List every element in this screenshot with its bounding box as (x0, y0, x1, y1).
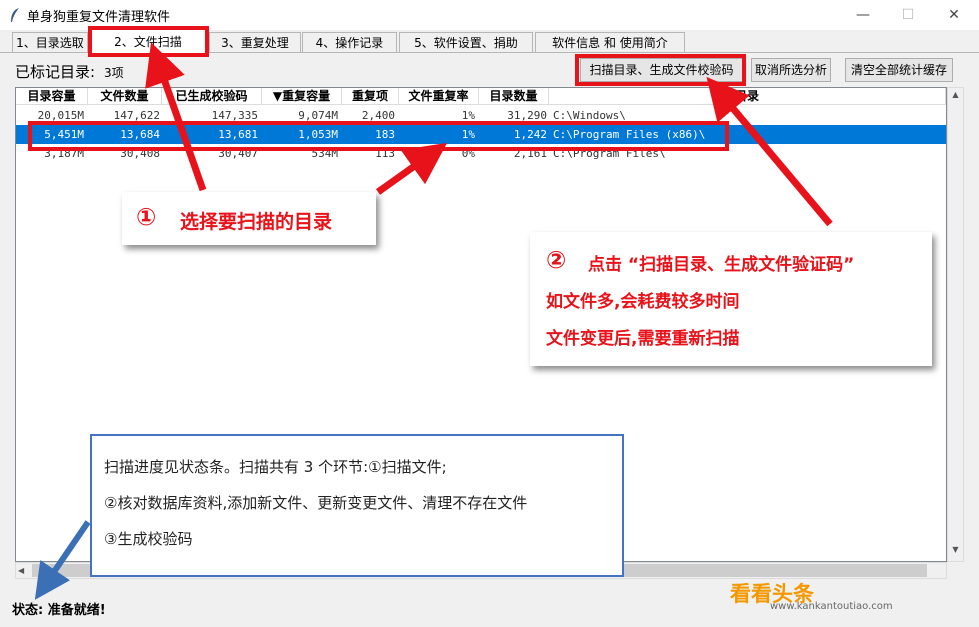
col-header-dup-size[interactable]: ▼重复容量 (262, 88, 342, 105)
col-header-dir-size[interactable]: 目录容量 (16, 88, 88, 105)
window-title: 单身狗重复文件清理软件 (27, 10, 171, 25)
highlight-row-box (28, 121, 729, 151)
status-text: 状态: 准备就绪! (12, 603, 106, 618)
feather-icon (11, 8, 19, 22)
callout2-line1: 点击 “扫描目录、生成文件验证码” (588, 255, 855, 275)
step-two-number: ② (546, 246, 567, 274)
tab-operation-log[interactable]: 4、操作记录 (302, 32, 397, 52)
info-line2: ②核对数据库资料,添加新文件、更新变更文件、清理不存在文件 (104, 494, 528, 512)
col-header-dir-count[interactable]: 目录数量 (479, 88, 549, 105)
close-button[interactable]: ✕ (939, 4, 969, 26)
highlight-scan-button-box (575, 54, 746, 86)
scroll-down-icon[interactable]: ▼ (948, 545, 963, 560)
info-line3: ③生成校验码 (104, 530, 193, 548)
minimize-button[interactable]: — (848, 4, 878, 26)
col-header-directory[interactable]: 目录 (549, 88, 946, 105)
watermark-url: www.kankantoutiao.com (770, 601, 893, 612)
maximize-button[interactable]: ☐ (893, 4, 923, 26)
col-header-dup-items[interactable]: 重复项 (342, 88, 399, 105)
marked-directories-label: 已标记目录: (15, 63, 96, 81)
clear-cache-button[interactable]: 清空全部统计缓存 (845, 58, 953, 82)
info-line1: 扫描进度见状态条。扫描共有 3 个环节:①扫描文件; (104, 458, 447, 476)
scroll-up-icon[interactable]: ▲ (948, 90, 963, 105)
callout1-text: 选择要扫描的目录 (180, 211, 333, 233)
marked-directories-count: 3项 (104, 66, 124, 80)
cancel-analysis-button[interactable]: 取消所选分析 (751, 58, 831, 82)
tab-duplicate-handling[interactable]: 3、重复处理 (209, 32, 301, 52)
col-header-dup-rate[interactable]: 文件重复率 (399, 88, 479, 105)
tab-directory-select[interactable]: 1、目录选取 (12, 32, 88, 52)
callout2-line3: 文件变更后,需要重新扫描 (546, 329, 740, 349)
highlight-tab-box (88, 26, 209, 57)
step-one-number: ① (136, 203, 157, 231)
callout-scan-instructions: ② 点击 “扫描目录、生成文件验证码” 如文件多,会耗费较多时间 文件变更后,需… (530, 232, 932, 366)
vertical-scrollbar[interactable] (947, 87, 964, 562)
callout-select-directory: ① 选择要扫描的目录 (122, 192, 376, 245)
callout2-line2: 如文件多,会耗费较多时间 (546, 292, 740, 312)
scroll-left-icon[interactable]: ◀ (18, 563, 32, 578)
tab-software-info[interactable]: 软件信息 和 使用简介 (535, 32, 685, 52)
scan-process-info-box: 扫描进度见状态条。扫描共有 3 个环节:①扫描文件; ②核对数据库资料,添加新文… (90, 434, 624, 577)
col-header-file-count[interactable]: 文件数量 (88, 88, 162, 105)
col-header-hashes[interactable]: 已生成校验码 (162, 88, 262, 105)
tab-settings-donate[interactable]: 5、软件设置、捐助 (399, 32, 533, 52)
